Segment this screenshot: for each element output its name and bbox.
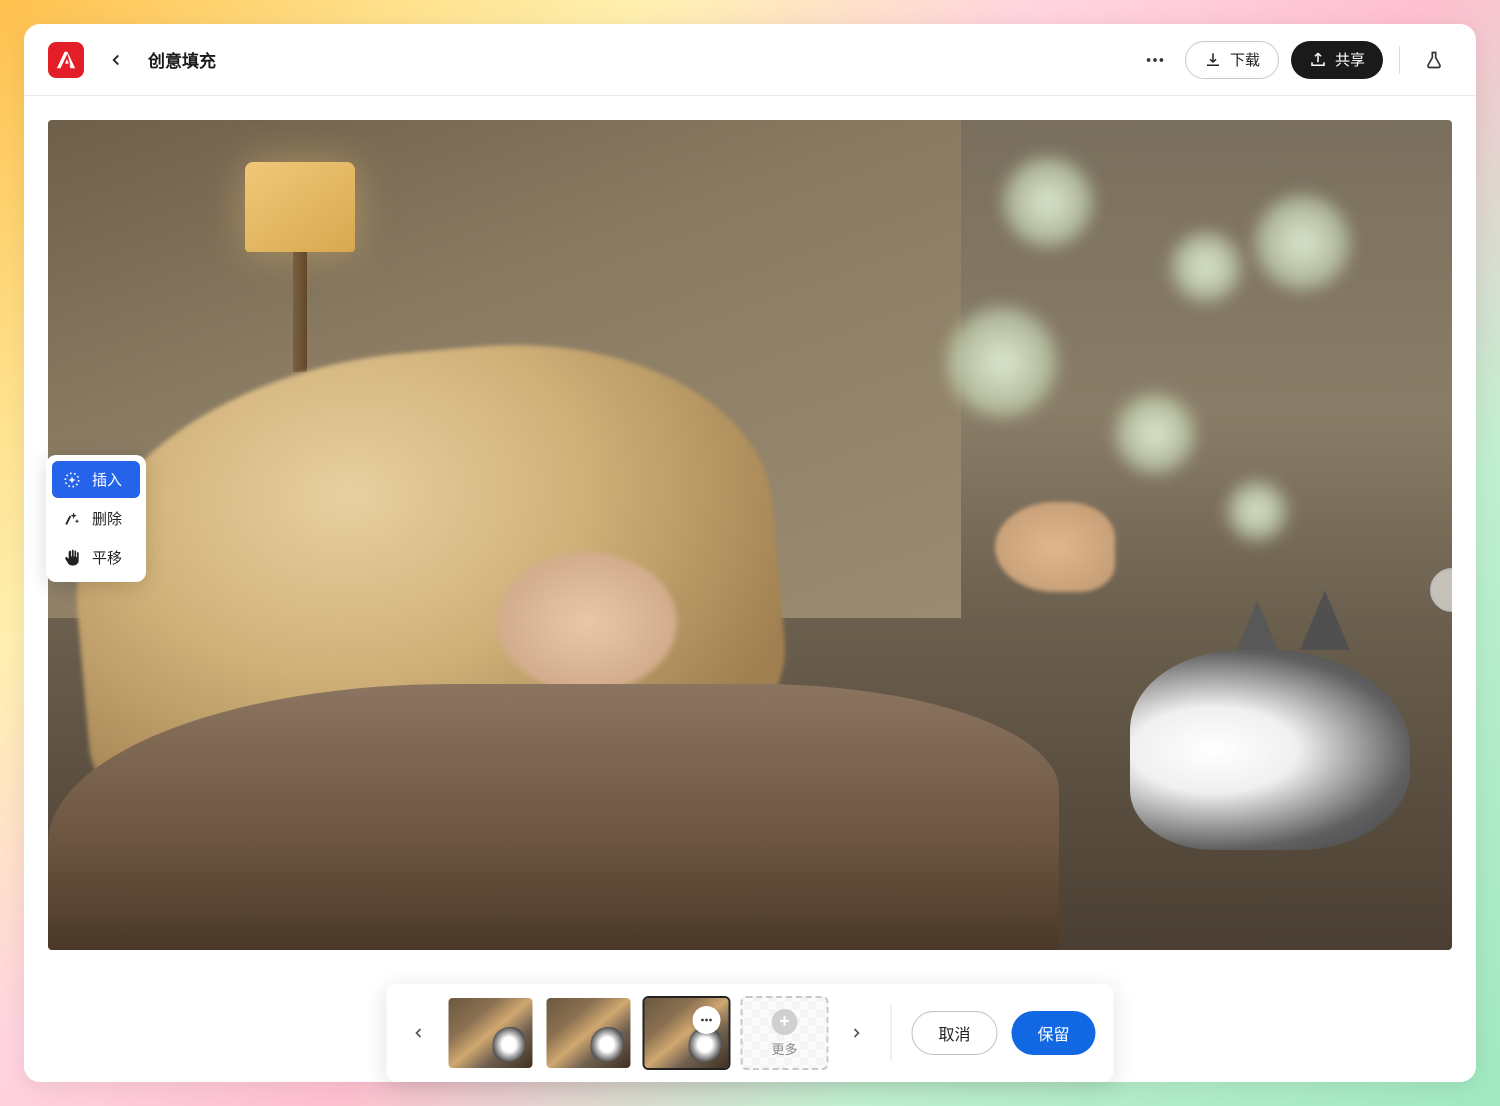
more-label: 更多 [771, 1039, 797, 1058]
tool-pan[interactable]: 平移 [52, 539, 140, 576]
prev-variation-button[interactable] [404, 1003, 432, 1063]
magic-eraser-icon [62, 509, 82, 529]
download-icon [1204, 51, 1222, 69]
chevron-left-icon [410, 1025, 426, 1041]
keep-label: 保留 [1038, 1021, 1070, 1045]
thumbnail-more-icon[interactable] [692, 1006, 720, 1034]
thumbnail-strip: + 更多 [446, 996, 828, 1070]
labs-button[interactable] [1416, 42, 1452, 78]
dots-horizontal-icon [1144, 49, 1166, 71]
header-divider [1399, 46, 1400, 74]
bottom-divider [890, 1005, 891, 1061]
variation-thumbnail-1[interactable] [446, 996, 534, 1070]
tool-pan-label: 平移 [92, 547, 122, 568]
canvas-area [24, 96, 1476, 1082]
generate-more-button[interactable]: + 更多 [740, 996, 828, 1070]
chevron-left-icon [107, 51, 125, 69]
next-variation-button[interactable] [842, 1003, 870, 1063]
download-button[interactable]: 下载 [1185, 41, 1279, 79]
back-button[interactable] [100, 44, 132, 76]
header: 创意填充 下载 共享 [24, 24, 1476, 96]
hand-icon [62, 548, 82, 568]
app-window: 创意填充 下载 共享 [24, 24, 1476, 1082]
variation-bar: + 更多 取消 保留 [386, 984, 1113, 1082]
beaker-icon [1424, 50, 1444, 70]
chevron-right-icon [848, 1025, 864, 1041]
share-icon [1309, 51, 1327, 69]
variation-thumbnail-3[interactable] [642, 996, 730, 1070]
image-canvas[interactable] [48, 120, 1452, 950]
tool-insert-label: 插入 [92, 469, 122, 490]
tool-delete[interactable]: 删除 [52, 500, 140, 537]
more-options-button[interactable] [1137, 42, 1173, 78]
insert-icon [62, 470, 82, 490]
variation-thumbnail-2[interactable] [544, 996, 632, 1070]
photo-content [48, 120, 1452, 950]
tool-delete-label: 删除 [92, 508, 122, 529]
adobe-logo[interactable] [48, 42, 84, 78]
dots-horizontal-icon [698, 1012, 714, 1028]
page-title: 创意填充 [148, 47, 216, 72]
tool-insert[interactable]: 插入 [52, 461, 140, 498]
share-button[interactable]: 共享 [1291, 41, 1383, 79]
cancel-label: 取消 [938, 1021, 970, 1045]
header-left: 创意填充 [48, 42, 216, 78]
share-label: 共享 [1335, 49, 1365, 70]
tool-panel: 插入 删除 平移 [46, 455, 146, 582]
plus-icon: + [771, 1009, 797, 1035]
keep-button[interactable]: 保留 [1012, 1011, 1096, 1055]
download-label: 下载 [1230, 49, 1260, 70]
adobe-logo-icon [55, 49, 77, 71]
cancel-button[interactable]: 取消 [911, 1011, 997, 1055]
header-right: 下载 共享 [1137, 41, 1452, 79]
